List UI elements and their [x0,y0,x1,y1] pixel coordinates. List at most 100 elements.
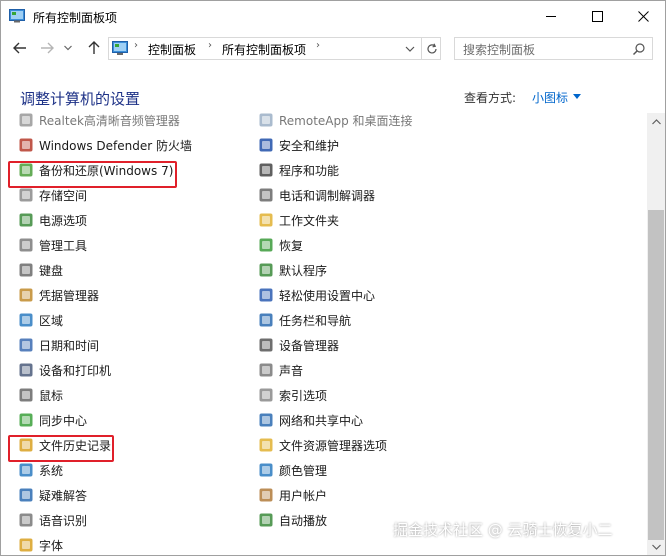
control-panel-item[interactable]: 程序和功能 [258,160,339,180]
control-panel-item[interactable]: 同步中心 [18,410,87,430]
control-panel-item[interactable]: 管理工具 [18,235,87,255]
item-label: 颜色管理 [279,463,328,478]
sync-icon [19,413,33,427]
control-panel-item[interactable]: 电话和调制解调器 [258,185,375,205]
control-panel-item[interactable]: 日期和时间 [18,335,99,355]
view-by-dropdown[interactable]: 小图标 [532,89,568,106]
control-panel-item[interactable]: 设备和打印机 [18,360,111,380]
flag-icon [259,138,273,152]
control-panel-item[interactable]: RemoteApp 和桌面连接 [258,113,413,130]
title-bar[interactable]: 所有控制面板项 [1,1,665,32]
maximize-button[interactable] [574,1,620,32]
breadcrumb-control-panel[interactable]: 控制面板 [148,41,196,58]
refresh-button[interactable] [421,38,441,59]
breadcrumb-separator-icon[interactable]: › [134,40,138,51]
maximize-icon [591,11,603,22]
item-label: 工作文件夹 [279,213,340,228]
back-arrow-icon [13,42,26,54]
control-panel-window: 所有控制面板项 › 控制面板 › 所有控制面板项 › 搜索控制面板 调整计算机的… [0,0,666,556]
power-icon [19,213,33,227]
item-label: 系统 [39,463,64,478]
close-button[interactable] [620,1,666,32]
control-panel-item[interactable]: 字体 [18,535,63,555]
recent-locations-button[interactable] [61,38,75,58]
phone-icon [259,188,273,202]
credential-icon [19,288,33,302]
control-panel-item[interactable]: 设备管理器 [258,335,339,355]
refresh-icon [426,43,437,53]
troubleshoot-icon [19,488,33,502]
item-label: 网络和共享中心 [279,413,364,428]
control-panel-item[interactable]: 语音识别 [18,510,87,530]
item-label: 鼠标 [39,388,64,403]
search-box[interactable]: 搜索控制面板 [454,37,653,60]
item-label: 同步中心 [39,413,88,428]
control-panel-item[interactable]: 声音 [258,360,303,380]
search-input[interactable]: 搜索控制面板 [463,41,535,58]
microphone-icon [19,513,33,527]
minimize-icon [545,16,556,17]
up-button[interactable] [84,38,104,58]
caret-down-icon[interactable] [573,94,581,99]
control-panel-item[interactable]: 系统 [18,460,63,480]
control-panel-item[interactable]: 用户帐户 [258,485,327,505]
device-manager-icon [259,338,273,352]
default-programs-icon [259,263,273,277]
breadcrumb-all-items[interactable]: 所有控制面板项 [222,41,306,58]
control-panel-item[interactable]: 默认程序 [258,260,327,280]
control-panel-item[interactable]: 恢复 [258,235,303,255]
control-panel-item[interactable]: Realtek高清晰音频管理器 [18,113,180,130]
item-label: 声音 [279,363,304,378]
control-panel-item[interactable]: 网络和共享中心 [258,410,363,430]
region-icon [19,313,33,327]
item-label: 用户帐户 [279,488,328,503]
scroll-down-button[interactable] [647,538,665,555]
control-panel-item[interactable]: Windows Defender 防火墙 [18,135,192,155]
control-panel-item[interactable]: 鼠标 [18,385,63,405]
close-icon [637,11,649,22]
highlight-backup-restore [8,161,177,188]
control-panel-item[interactable]: 电源选项 [18,210,87,230]
ease-of-access-icon [259,288,273,302]
breadcrumb-separator-icon[interactable]: › [208,40,212,51]
control-panel-item[interactable]: 工作文件夹 [258,210,339,230]
address-bar[interactable]: › 控制面板 › 所有控制面板项 › [108,37,441,60]
item-label: 区域 [39,313,64,328]
datetime-icon [19,338,33,352]
control-panel-icon [9,9,25,23]
control-panel-item[interactable]: 索引选项 [258,385,327,405]
control-panel-item[interactable]: 自动播放 [258,510,327,530]
page-title: 调整计算机的设置 [20,90,141,108]
search-icon[interactable] [632,42,646,56]
item-label: 安全和维护 [279,138,340,153]
view-by-label: 查看方式: [464,91,517,105]
control-panel-item[interactable]: 文件资源管理器选项 [258,435,387,455]
item-label: 键盘 [39,263,64,278]
item-label: 默认程序 [279,263,328,278]
item-label: 字体 [39,538,64,553]
control-panel-item[interactable]: 疑难解答 [18,485,87,505]
font-icon [19,538,33,552]
scroll-up-button[interactable] [647,113,665,130]
control-panel-item[interactable]: 区域 [18,310,63,330]
address-dropdown-icon[interactable] [403,42,417,56]
minimize-button[interactable] [528,1,574,32]
forward-button[interactable] [37,38,57,58]
color-management-icon [259,463,273,477]
control-panel-item[interactable]: 存储空间 [18,185,87,205]
scrollbar-thumb[interactable] [648,210,664,540]
back-button[interactable] [10,38,30,58]
control-panel-item[interactable]: 安全和维护 [258,135,339,155]
control-panel-item[interactable]: 键盘 [18,260,63,280]
control-panel-item[interactable]: 任务栏和导航 [258,310,351,330]
vertical-scrollbar[interactable] [647,113,665,555]
item-label: 索引选项 [279,388,328,403]
item-label: 电源选项 [39,213,88,228]
printer-icon [19,363,33,377]
item-label: 管理工具 [39,238,88,253]
control-panel-item[interactable]: 轻松使用设置中心 [258,285,375,305]
item-label: 语音识别 [39,513,88,528]
control-panel-item[interactable]: 凭据管理器 [18,285,99,305]
control-panel-item[interactable]: 颜色管理 [258,460,327,480]
breadcrumb-separator-icon[interactable]: › [316,40,320,51]
